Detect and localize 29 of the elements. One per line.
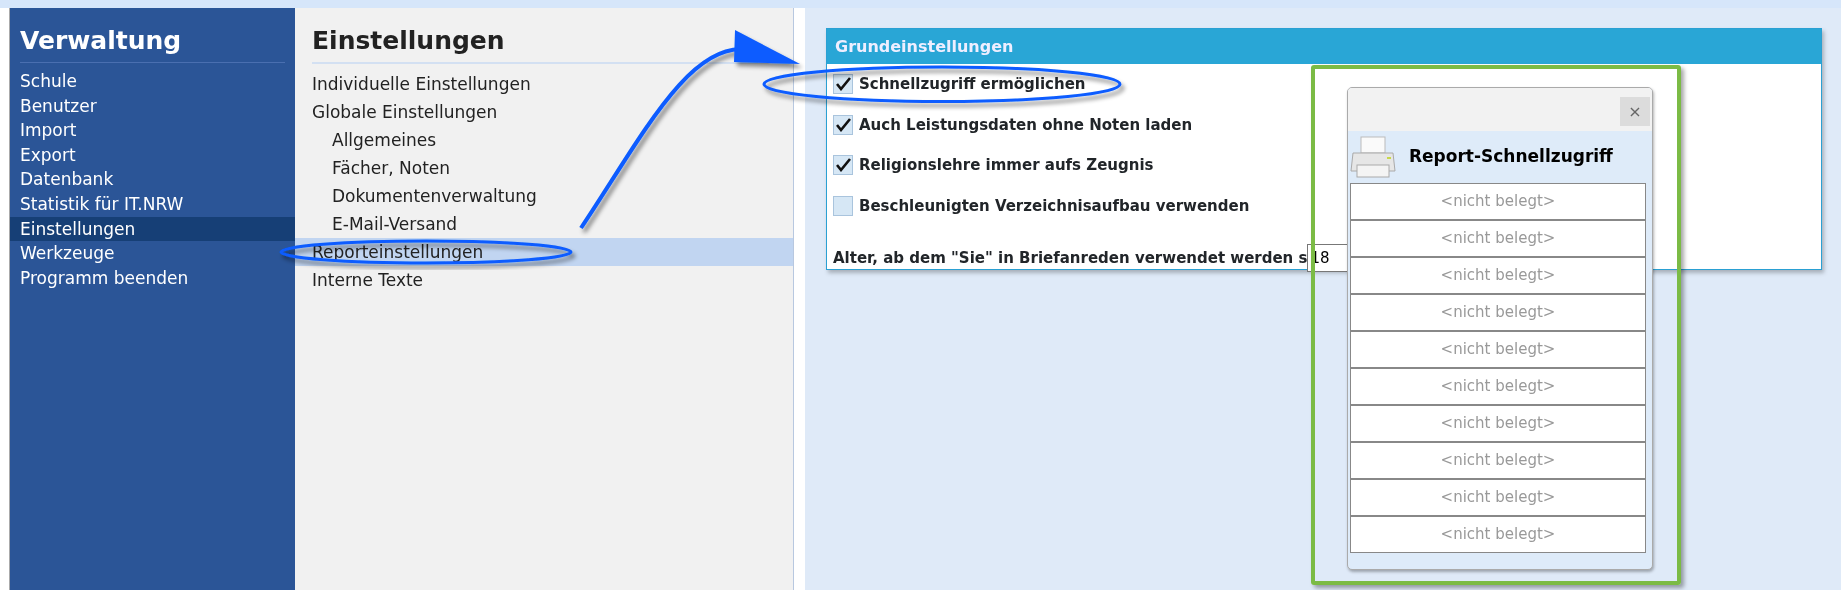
nav-item[interactable]: Import	[10, 118, 295, 143]
nav-item[interactable]: Programm beenden	[10, 265, 295, 291]
checkbox[interactable]	[833, 74, 853, 95]
checkbox-label: Schnellzugriff ermöglichen	[859, 74, 1086, 95]
nav-item[interactable]: Statistik für IT.NRW	[10, 191, 295, 217]
menu-item[interactable]: Allgemeines	[295, 126, 793, 154]
checkbox-label: Religionslehre immer aufs Zeugnis	[859, 155, 1154, 176]
menu-item[interactable]: Dokumentenverwaltung	[295, 182, 793, 210]
menu-item[interactable]: Globale Einstellungen	[295, 98, 793, 126]
nav-title: Verwaltung	[20, 20, 285, 63]
checkbox-label: Beschleunigten Verzeichnisaufbau verwenden	[859, 195, 1250, 217]
checkbox-label: Auch Leistungsdaten ohne Noten laden	[859, 114, 1193, 136]
nav-item[interactable]: Export	[10, 142, 295, 168]
nav-item[interactable]: Schule	[10, 69, 295, 94]
group-header: Grundeinstellungen	[827, 29, 1821, 64]
checkbox[interactable]	[833, 195, 853, 216]
checkbox[interactable]	[833, 155, 853, 176]
checkbox[interactable]	[833, 114, 853, 135]
nav-item[interactable]: Datenbank	[10, 167, 295, 192]
menu-item[interactable]: Individuelle Einstellungen	[295, 70, 793, 98]
menu-item[interactable]: Interne Texte	[295, 266, 793, 294]
field-label: Alter, ab dem "Sie" in Briefanreden verwendet werden s	[833, 247, 1308, 269]
close-button[interactable]: ×	[1620, 97, 1650, 126]
dialog-title: Report-Schnellzugriff	[1409, 145, 1613, 169]
menu-item[interactable]: E-Mail-Versand	[295, 210, 793, 238]
menu-item[interactable]: Fächer, Noten	[295, 154, 793, 182]
nav-item[interactable]: Einstellungen	[10, 216, 295, 242]
nav-item[interactable]: Werkzeuge	[10, 241, 295, 266]
nav-item[interactable]: Benutzer	[10, 93, 295, 119]
